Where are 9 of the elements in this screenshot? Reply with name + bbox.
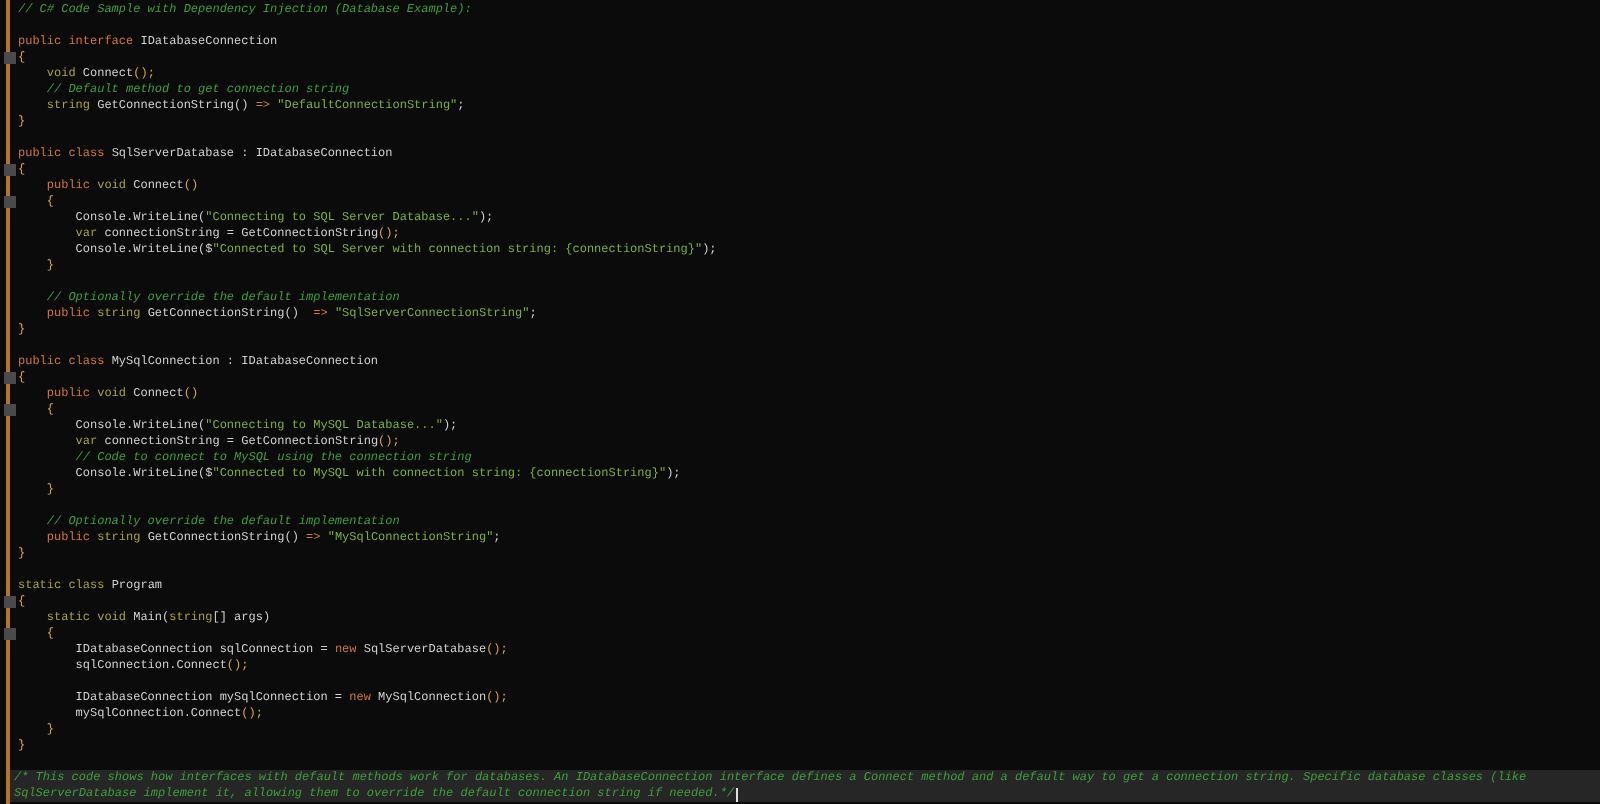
fold-marker-icon[interactable] [4,628,16,640]
fold-marker-icon[interactable] [4,596,16,608]
fold-marker-icon[interactable] [4,196,16,208]
fold-marker-icon[interactable] [4,372,16,384]
fold-marker-icon[interactable] [4,164,16,176]
fold-marker-icon[interactable] [4,404,16,416]
text-cursor [736,787,739,801]
code-editor[interactable] [0,0,1600,804]
fold-marker-icon[interactable] [4,52,16,64]
